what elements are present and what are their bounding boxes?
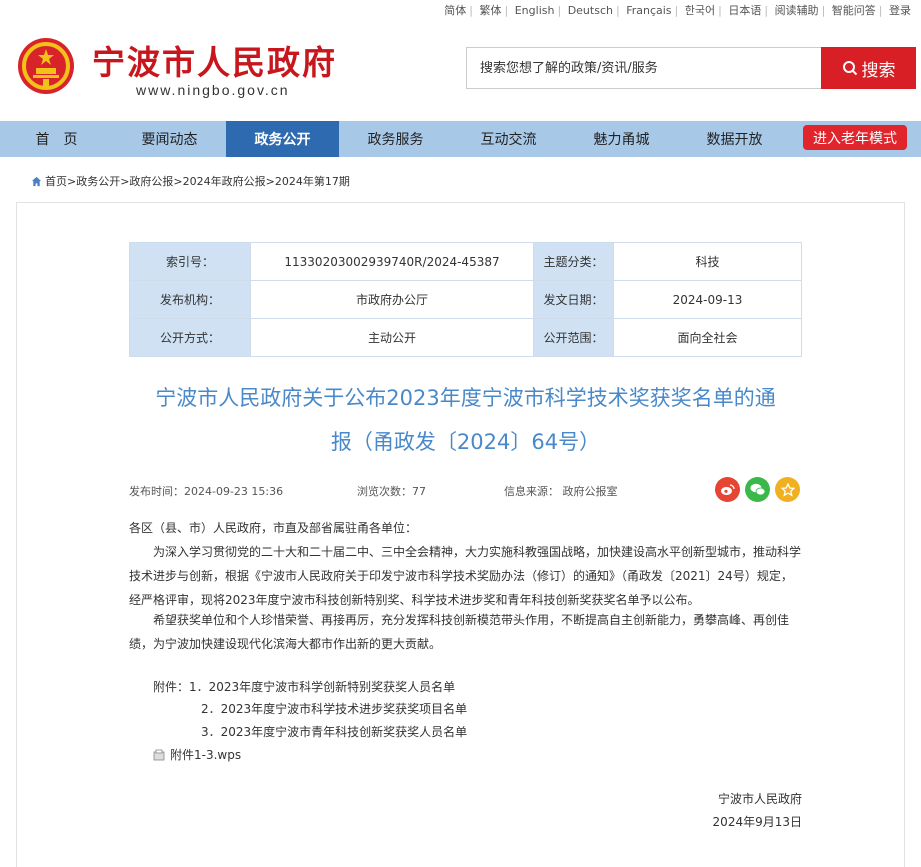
topic-value: 科技 bbox=[613, 242, 802, 281]
nav-item-interaction[interactable]: 互动交流 bbox=[452, 121, 565, 157]
search-icon bbox=[842, 61, 857, 76]
nav-item-services[interactable]: 政务服务 bbox=[339, 121, 452, 157]
weibo-share-icon[interactable] bbox=[715, 477, 740, 502]
search-box bbox=[466, 47, 822, 89]
attachment-file-name: 附件1-3.wps bbox=[170, 748, 242, 762]
paragraph-1: 为深入学习贯彻党的二十大和二十届二中、三中全会精神，大力实施科教强国战略，加快建… bbox=[129, 545, 802, 607]
nav-item-gov-affairs-open[interactable]: 政务公开 bbox=[226, 121, 339, 157]
date-label: 发文日期： bbox=[533, 280, 614, 319]
document-title-line-2: 报（甬政发〔2024〕64号） bbox=[330, 430, 601, 454]
index-label: 索引号： bbox=[129, 242, 251, 281]
attachment-list-item-1: 附件：1．2023年度宁波市科学创新特别奖获奖人员名单 bbox=[153, 680, 456, 694]
wechat-share-icon[interactable] bbox=[745, 477, 770, 502]
link-japanese[interactable]: 日本语 bbox=[728, 4, 761, 17]
view-count: 浏览次数：77 bbox=[357, 485, 426, 498]
document-title-line-1: 宁波市人民政府关于公布2023年度宁波市科学技术奖获奖名单的通 bbox=[155, 386, 776, 410]
main-nav: 首 页 要闻动态 政务公开 政务服务 互动交流 魅力甬城 数据开放 bbox=[0, 121, 921, 157]
date-value: 2024-09-13 bbox=[613, 280, 802, 319]
link-traditional[interactable]: 繁体 bbox=[480, 4, 502, 17]
elder-mode-button[interactable]: 进入老年模式 bbox=[803, 125, 907, 150]
site-url: www.ningbo.gov.cn bbox=[136, 82, 290, 98]
publish-time: 发布时间：2024-09-23 15:36 bbox=[129, 485, 284, 498]
link-login[interactable]: 登录 bbox=[889, 4, 911, 17]
link-korean[interactable]: 한국어 bbox=[685, 4, 715, 17]
nav-item-data[interactable]: 数据开放 bbox=[678, 121, 791, 157]
topic-label: 主题分类： bbox=[533, 242, 614, 281]
signature-date: 2024年9月13日 bbox=[712, 815, 802, 829]
method-value: 主动公开 bbox=[250, 318, 534, 357]
signature-org: 宁波市人民政府 bbox=[717, 792, 802, 806]
nav-item-news[interactable]: 要闻动态 bbox=[113, 121, 226, 157]
document-title: 宁波市人民政府关于公布2023年度宁波市科学技术奖获奖名单的通 报（甬政发〔20… bbox=[129, 376, 802, 464]
attachment-list-item-3: 3．2023年度宁波市青年科技创新奖获奖人员名单 bbox=[201, 725, 468, 739]
document-meta-table: 索引号： 11330203002939740R/2024-45387 主题分类：… bbox=[129, 242, 802, 357]
file-icon bbox=[153, 749, 165, 760]
publisher-value: 市政府办公厅 bbox=[250, 280, 534, 319]
scope-label: 公开范围： bbox=[533, 318, 614, 357]
search-button-label: 搜索 bbox=[861, 60, 896, 81]
home-icon bbox=[31, 176, 42, 186]
nav-item-city[interactable]: 魅力甬城 bbox=[565, 121, 678, 157]
scope-value: 面向全社会 bbox=[613, 318, 802, 357]
method-label: 公开方式： bbox=[129, 318, 251, 357]
top-links: 简体 | 繁体 | English | Deutsch | Français | 한국어 |… bbox=[444, 4, 911, 17]
link-deutsch[interactable]: Deutsch bbox=[568, 4, 613, 17]
attachment-list-item-2: 2．2023年度宁波市科学技术进步奖获奖项目名单 bbox=[201, 702, 468, 716]
site-title: 宁波市人民政府 bbox=[92, 43, 337, 82]
nav-item-home[interactable]: 首 页 bbox=[0, 121, 113, 157]
index-value: 11330203002939740R/2024-45387 bbox=[250, 242, 534, 281]
attachment-file-link[interactable]: 附件1-3.wps bbox=[153, 746, 241, 763]
link-francais[interactable]: Français bbox=[626, 4, 671, 17]
link-accessibility[interactable]: 阅读辅助 bbox=[775, 4, 819, 17]
breadcrumb-text[interactable]: 首页>政务公开>政府公报>2024年政府公报>2024年第17期 bbox=[45, 173, 350, 189]
search-button[interactable]: 搜索 bbox=[821, 47, 916, 89]
header: 简体 | 繁体 | English | Deutsch | Français | 한국어 |… bbox=[0, 0, 921, 121]
national-emblem-icon bbox=[18, 38, 74, 94]
favorite-star-icon[interactable] bbox=[775, 477, 800, 502]
link-qa[interactable]: 智能问答 bbox=[832, 4, 876, 17]
publisher-label: 发布机构： bbox=[129, 280, 251, 319]
breadcrumb: 首页>政务公开>政府公报>2024年政府公报>2024年第17期 bbox=[31, 173, 350, 189]
search-input[interactable] bbox=[467, 48, 822, 88]
link-english[interactable]: English bbox=[515, 4, 555, 17]
salutation: 各区（县、市）人民政府，市直及部省属驻甬各单位： bbox=[129, 521, 418, 535]
link-simplified[interactable]: 简体 bbox=[444, 4, 466, 17]
paragraph-2: 希望获奖单位和个人珍惜荣誉、再接再厉，充分发挥科技创新模范带头作用，不断提高自主… bbox=[129, 613, 790, 651]
info-source: 信息来源： 政府公报室 bbox=[504, 485, 618, 498]
